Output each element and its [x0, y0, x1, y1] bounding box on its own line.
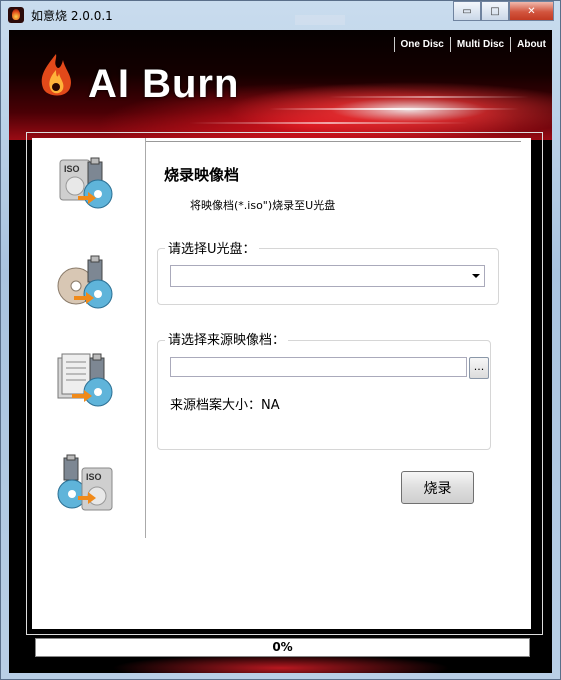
- progress-bar: 0%: [35, 638, 530, 657]
- burn-button[interactable]: 烧录: [401, 471, 474, 504]
- progress-text: 0%: [272, 640, 293, 654]
- svg-text:ISO: ISO: [64, 164, 80, 174]
- maximize-button[interactable]: □: [481, 1, 509, 21]
- nav-one-disc[interactable]: One Disc: [393, 37, 450, 52]
- header-banner: AI Burn One Disc Multi Disc About: [9, 30, 552, 140]
- page-title: 烧录映像档: [164, 166, 240, 184]
- disc-to-usb-icon[interactable]: [54, 250, 118, 314]
- app-window: 如意烧 2.0.0.1 ▭ □ ✕ AI Burn One Disc Multi…: [0, 0, 561, 680]
- sidebar: ISO ISO: [32, 138, 146, 538]
- close-button[interactable]: ✕: [509, 1, 554, 21]
- svg-text:ISO: ISO: [86, 472, 102, 482]
- client-area: AI Burn One Disc Multi Disc About ISO IS…: [9, 30, 552, 673]
- light-streak: [189, 122, 469, 124]
- chevron-down-icon: [472, 274, 480, 278]
- title-bar[interactable]: 如意烧 2.0.0.1 ▭ □ ✕: [1, 1, 560, 29]
- flame-logo-icon: [41, 54, 72, 96]
- close-icon: ✕: [527, 5, 536, 17]
- main-panel: ISO ISO 烧录映像档 将映像档(*.iso")烧录至U光盘 请选择U光盘：…: [32, 138, 531, 629]
- light-streak: [269, 108, 519, 110]
- light-streak: [329, 96, 529, 98]
- nav-about[interactable]: About: [510, 37, 552, 52]
- source-image-label: 请选择来源映像档：: [165, 329, 289, 348]
- top-nav: One Disc Multi Disc About: [393, 37, 552, 52]
- maximize-icon: □: [490, 5, 500, 17]
- page-subtitle: 将映像档(*.iso")烧录至U光盘: [190, 199, 336, 212]
- files-to-usb-icon[interactable]: [54, 348, 118, 412]
- usb-to-iso-icon[interactable]: ISO: [54, 454, 118, 518]
- source-size-text: 来源档案大小：NA: [170, 398, 280, 413]
- app-flame-icon: [8, 7, 24, 23]
- window-controls: ▭ □ ✕: [453, 1, 554, 21]
- minimize-button[interactable]: ▭: [453, 1, 481, 21]
- title-separator: [146, 141, 521, 142]
- window-title: 如意烧 2.0.0.1: [31, 9, 113, 23]
- iso-to-usb-icon[interactable]: ISO: [54, 152, 118, 216]
- browse-button[interactable]: ...: [469, 357, 489, 379]
- usb-drive-dropdown[interactable]: [170, 265, 485, 287]
- usb-select-label: 请选择U光盘：: [165, 238, 259, 257]
- minimize-icon: ▭: [462, 5, 472, 17]
- nav-multi-disc[interactable]: Multi Disc: [449, 37, 510, 52]
- source-path-input[interactable]: [170, 357, 467, 377]
- usb-drive-value: [171, 270, 175, 284]
- app-logo-text: AI Burn: [88, 62, 240, 106]
- titlebar-ghost: [295, 15, 345, 25]
